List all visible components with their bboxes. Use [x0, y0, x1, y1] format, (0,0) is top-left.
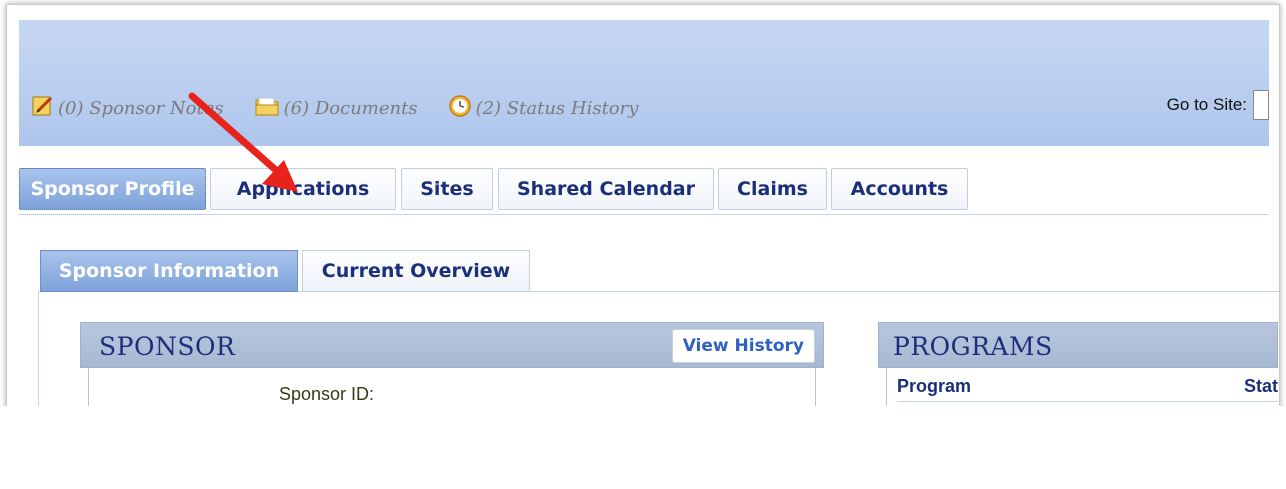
program-column-header[interactable]: Program: [897, 376, 971, 397]
status-column-header[interactable]: Stat: [1244, 376, 1278, 397]
programs-section: PROGRAMS Program Stat: [878, 322, 1278, 408]
programs-section-title: PROGRAMS: [893, 332, 1053, 361]
tab-label: Sponsor Profile: [30, 178, 195, 200]
subtab-current-overview[interactable]: Current Overview: [302, 250, 530, 292]
go-to-site-input[interactable]: [1253, 90, 1269, 120]
sponsor-section-body: Sponsor ID:: [88, 368, 816, 408]
go-to-site: Go to Site:: [1167, 90, 1269, 120]
tab-accounts[interactable]: Accounts: [831, 168, 968, 210]
folder-icon: [254, 95, 280, 122]
go-to-site-label: Go to Site:: [1166, 95, 1247, 114]
programs-section-body: Program Stat: [886, 368, 1278, 408]
view-history-button[interactable]: View History: [671, 329, 815, 363]
tab-claims[interactable]: Claims: [718, 168, 827, 210]
tab-label: Shared Calendar: [517, 178, 695, 200]
sponsor-id-label: Sponsor ID:: [279, 384, 375, 404]
sponsor-section-title: SPONSOR: [99, 332, 236, 361]
programs-section-header: PROGRAMS: [878, 322, 1278, 368]
tab-label: Sites: [420, 178, 474, 200]
clock-icon: [448, 94, 472, 123]
sponsor-section-header: SPONSOR View History: [80, 322, 824, 368]
subtab-label: Current Overview: [321, 260, 511, 282]
tab-label: Accounts: [850, 178, 949, 200]
documents-link[interactable]: (6) Documents: [254, 95, 418, 122]
subtab-label: Sponsor Information: [58, 260, 280, 282]
main-tab-bar: Sponsor Profile Applications Sites Share…: [19, 168, 1269, 215]
status-history-label: (2) Status History: [475, 98, 639, 119]
cropped-bottom-area: [0, 406, 1286, 489]
sponsor-notes-link[interactable]: (0) Sponsor Notes: [32, 95, 224, 122]
sponsor-section: SPONSOR View History Sponsor ID:: [80, 322, 824, 408]
tab-sites[interactable]: Sites: [401, 168, 493, 210]
status-history-link[interactable]: (2) Status History: [448, 94, 639, 123]
documents-label: (6) Documents: [283, 98, 418, 119]
tab-sponsor-profile[interactable]: Sponsor Profile: [19, 168, 206, 210]
programs-table-header: Program Stat: [897, 376, 1278, 402]
header-action-links: (0) Sponsor Notes (6) Documents (2) Stat…: [32, 94, 668, 123]
tab-applications[interactable]: Applications: [210, 168, 396, 210]
tab-shared-calendar[interactable]: Shared Calendar: [498, 168, 714, 210]
subtab-sponsor-information[interactable]: Sponsor Information: [40, 250, 298, 292]
sponsor-notes-label: (0) Sponsor Notes: [58, 98, 224, 119]
tab-label: Claims: [737, 178, 808, 200]
tab-label: Applications: [236, 178, 370, 200]
header-banner: (0) Sponsor Notes (6) Documents (2) Stat…: [19, 20, 1269, 146]
notes-edit-icon: [32, 95, 54, 122]
